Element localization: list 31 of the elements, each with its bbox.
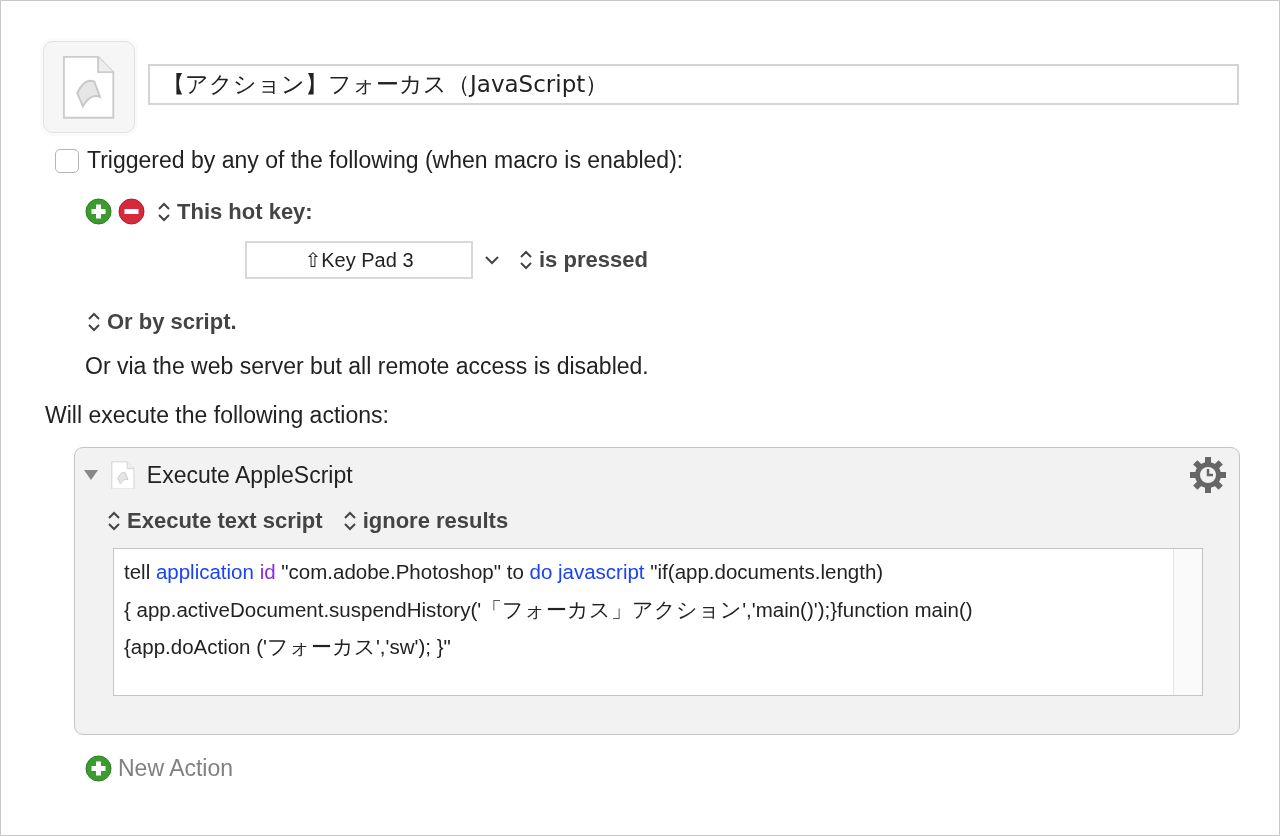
- disclosure-triangle-icon[interactable]: [83, 468, 99, 482]
- script-source-popup[interactable]: Execute text script: [107, 508, 323, 534]
- trigger-label: Triggered by any of the following (when macro is enabled):: [87, 147, 684, 174]
- up-down-arrows-icon: [87, 311, 101, 333]
- add-icon[interactable]: [85, 198, 112, 225]
- script-line: {app.doAction ('フォーカス','sw'); }": [124, 634, 451, 660]
- results-popup[interactable]: ignore results: [342, 508, 509, 534]
- chevron-down-icon[interactable]: [485, 255, 499, 265]
- key-condition-popup[interactable]: is pressed: [519, 247, 648, 273]
- trigger-type-popup[interactable]: This hot key:: [157, 198, 313, 225]
- script-document-icon: [111, 460, 135, 490]
- hot-key-field[interactable]: ⇧Key Pad 3: [245, 241, 473, 279]
- up-down-arrows-icon: [157, 200, 171, 223]
- web-server-note: Or via the web server but all remote access is disabled.: [85, 353, 649, 380]
- new-action-button[interactable]: New Action: [85, 755, 234, 782]
- actions-heading: Will execute the following actions:: [45, 402, 389, 429]
- script-document-icon: [62, 54, 116, 120]
- remove-icon[interactable]: [118, 198, 145, 225]
- up-down-arrows-icon: [342, 510, 357, 532]
- script-editor[interactable]: tell application id "com.adobe.Photoshop" to do javascript "if(app.documents.length) { app.activeDocument.suspendHistory('「フォーカス」アクション','main()');}function main() {app.doAction ('フォーカス','sw'); }": [113, 548, 1203, 696]
- scrollbar-track[interactable]: [1173, 549, 1202, 695]
- script-trigger-popup[interactable]: Or by script.: [87, 309, 237, 335]
- up-down-arrows-icon: [519, 249, 533, 271]
- macro-name-field[interactable]: 【アクション】フォーカス（JavaScript）: [148, 63, 1239, 105]
- script-line: tell application id "com.adobe.Photoshop" to do javascript "if(app.documents.length): [124, 559, 884, 585]
- script-line: { app.activeDocument.suspendHistory('「フォーカス」アクション','main()');}function main(): [124, 596, 973, 623]
- add-icon[interactable]: [85, 755, 112, 782]
- trigger-checkbox[interactable]: [55, 148, 79, 173]
- gear-icon[interactable]: [1189, 456, 1227, 494]
- action-title: Execute AppleScript: [146, 461, 353, 489]
- up-down-arrows-icon: [107, 510, 121, 532]
